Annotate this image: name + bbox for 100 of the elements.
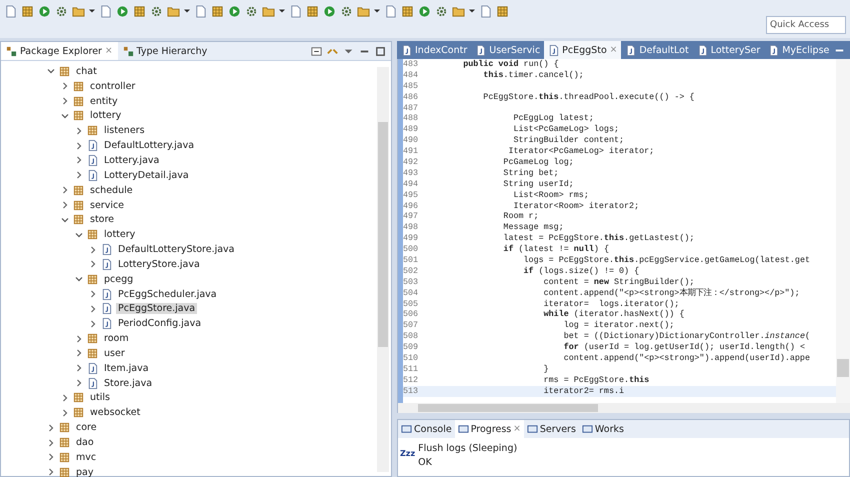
- collapse-all-icon[interactable]: [310, 44, 323, 58]
- tree-item[interactable]: DefaultLottery.java: [102, 140, 196, 152]
- folder-icon[interactable]: [357, 4, 370, 18]
- tree-item[interactable]: Store.java: [102, 378, 154, 389]
- line-number: 491: [403, 146, 420, 158]
- line-number: 513: [403, 386, 420, 397]
- tree-item[interactable]: Item.java: [102, 362, 151, 374]
- document-icon[interactable]: [289, 4, 302, 18]
- tree-item[interactable]: LotteryDetail.java: [102, 170, 191, 181]
- folder-icon[interactable]: [167, 4, 180, 18]
- line-number: 486: [403, 92, 420, 103]
- grid-icon[interactable]: [306, 4, 319, 18]
- tree-item[interactable]: mvc: [74, 452, 98, 463]
- task-status: OK: [418, 457, 433, 468]
- dropdown-arrow-icon[interactable]: [469, 8, 475, 14]
- tree-item[interactable]: LotteryStore.java: [116, 258, 202, 270]
- tree-item[interactable]: PcEggScheduler.java: [116, 288, 219, 300]
- document-icon[interactable]: [99, 4, 112, 18]
- code-line: this.timer.cancel();: [482, 70, 584, 81]
- run-icon[interactable]: [228, 4, 241, 18]
- code-line: rms = PcEggStore.this: [542, 374, 650, 386]
- editor-tab[interactable]: IndexContr: [397, 41, 472, 59]
- scrollbar[interactable]: [377, 67, 389, 472]
- quick-access-field[interactable]: Quick Access: [766, 16, 846, 34]
- maximize-icon[interactable]: [374, 44, 387, 58]
- dropdown-arrow-icon[interactable]: [184, 8, 190, 14]
- run-icon[interactable]: [418, 4, 431, 18]
- tree-item[interactable]: lottery: [102, 229, 138, 240]
- dropdown-arrow-icon[interactable]: [89, 8, 95, 14]
- grid-icon[interactable]: [211, 4, 224, 18]
- view-tab[interactable]: Console: [398, 420, 455, 438]
- line-number: 504: [403, 288, 420, 299]
- close-icon[interactable]: ×: [104, 46, 112, 56]
- grid-icon[interactable]: [133, 4, 146, 18]
- folder-icon[interactable]: [262, 4, 275, 18]
- folder-icon[interactable]: [72, 4, 85, 18]
- close-icon[interactable]: ×: [513, 424, 521, 434]
- tree-item[interactable]: websocket: [88, 407, 142, 418]
- grid-icon[interactable]: [401, 4, 414, 18]
- dropdown-arrow-icon[interactable]: [279, 8, 285, 14]
- task-name: Flush logs (Sleeping): [418, 443, 518, 454]
- tree-item[interactable]: pcegg: [102, 274, 136, 285]
- run-icon[interactable]: [323, 4, 336, 18]
- editor-tab[interactable]: DefaultLot: [621, 41, 693, 59]
- editor-tab[interactable]: MyEclipse: [764, 41, 834, 59]
- tree-item[interactable]: room: [102, 333, 131, 344]
- tree-item[interactable]: core: [74, 422, 99, 434]
- code-line: PcEggStore.this.threadPool.execute(() -> {: [482, 92, 694, 103]
- run-icon[interactable]: [38, 4, 51, 18]
- tree-item[interactable]: listeners: [102, 125, 147, 136]
- view-tab[interactable]: Package Explorer ×: [1, 42, 118, 60]
- view-tab[interactable]: Works: [578, 420, 627, 438]
- document-icon[interactable]: [384, 4, 397, 18]
- gear-icon[interactable]: [435, 4, 448, 18]
- tree-item[interactable]: user: [102, 348, 127, 359]
- tree-item[interactable]: chat: [74, 66, 99, 77]
- chevron-down-icon[interactable]: [61, 112, 69, 120]
- editor-tab[interactable]: UserServic: [471, 41, 544, 59]
- document-icon[interactable]: [479, 4, 492, 18]
- tree-item[interactable]: service: [88, 200, 126, 211]
- java-file-icon: [87, 140, 98, 152]
- run-icon[interactable]: [116, 4, 129, 18]
- sleeping-icon: Zzz: [400, 449, 416, 458]
- chevron-down-icon[interactable]: [47, 67, 55, 76]
- line-number: 499: [403, 233, 420, 244]
- tree-item[interactable]: store: [88, 214, 116, 226]
- tree-item[interactable]: entity: [88, 96, 120, 107]
- view-tab[interactable]: Type Hierarchy: [118, 42, 212, 60]
- view-tab[interactable]: Progress ×: [454, 420, 524, 438]
- java-file-icon: [101, 318, 112, 330]
- editor-tab[interactable]: LotterySer: [692, 41, 764, 59]
- tree-item[interactable]: pay: [74, 466, 96, 477]
- tree-item[interactable]: controller: [88, 80, 138, 92]
- gear-icon[interactable]: [150, 4, 163, 18]
- gear-icon[interactable]: [55, 4, 68, 18]
- gear-icon[interactable]: [340, 4, 353, 18]
- tree-item[interactable]: PcEggStore.java: [116, 303, 198, 314]
- tree-item[interactable]: utils: [88, 392, 112, 404]
- folder-icon[interactable]: [452, 4, 465, 18]
- line-number: 497: [403, 211, 420, 222]
- java-file-icon: [101, 258, 112, 270]
- view-tab[interactable]: Servers: [524, 420, 579, 438]
- editor-tab[interactable]: PcEggSto ×: [544, 41, 622, 59]
- document-icon[interactable]: [194, 4, 207, 18]
- tree-item[interactable]: PeriodConfig.java: [116, 318, 204, 330]
- tree-item[interactable]: schedule: [88, 184, 135, 196]
- document-icon[interactable]: [4, 4, 17, 18]
- tree-item[interactable]: Lottery.java: [102, 154, 162, 166]
- chevron-down-icon[interactable]: [75, 275, 83, 284]
- dropdown-arrow-icon[interactable]: [374, 8, 380, 14]
- code-line: List<Room> rms;: [512, 190, 589, 201]
- tree-item[interactable]: lottery: [88, 110, 124, 122]
- grid-icon[interactable]: [496, 4, 509, 18]
- grid-icon[interactable]: [21, 4, 34, 18]
- horizontal-scrollbar[interactable]: [397, 403, 850, 413]
- code-line: log = iterator.next();: [562, 320, 674, 332]
- code-line: content.append("<p><strong>").append(userId).appe: [562, 353, 810, 364]
- gear-icon[interactable]: [245, 4, 258, 18]
- tree-item[interactable]: DefaultLotteryStore.java: [116, 244, 237, 256]
- tree-item[interactable]: dao: [74, 437, 96, 448]
